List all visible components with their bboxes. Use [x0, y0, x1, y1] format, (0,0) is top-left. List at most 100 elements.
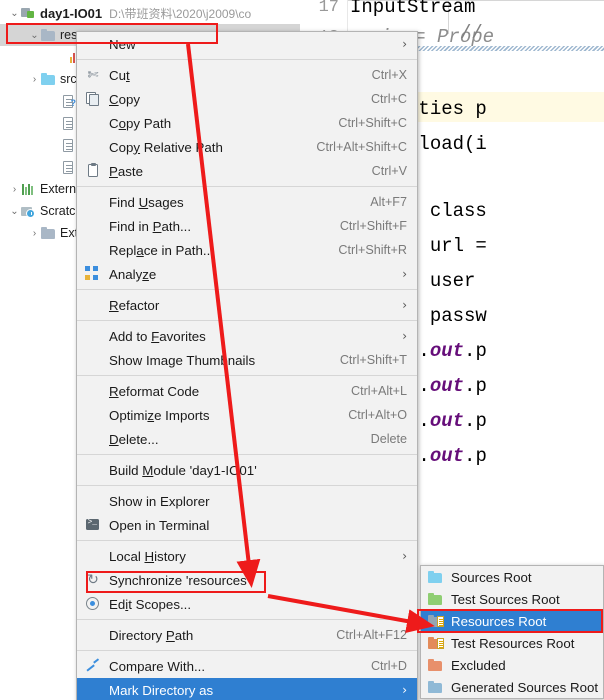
menu-item-label: Synchronize 'resources': [109, 572, 250, 588]
submenu-item-label: Resources Root: [451, 613, 547, 629]
menu-item[interactable]: Replace in Path... Ctrl+Shift+R: [77, 238, 417, 262]
scratches-icon: [21, 204, 36, 218]
menu-item-label: Analyze: [109, 266, 157, 282]
menu-item[interactable]: Directory Path Ctrl+Alt+F12: [77, 623, 417, 647]
tree-row-label: src: [60, 72, 77, 86]
menu-item-shortcut: Ctrl+Shift+C: [338, 116, 407, 130]
menu-item-label: Paste: [109, 163, 144, 179]
menu-item[interactable]: Edit Scopes...: [77, 592, 417, 616]
menu-item[interactable]: Optimize Imports Ctrl+Alt+O: [77, 403, 417, 427]
menu-item-label: Optimize Imports: [109, 407, 210, 423]
paste-icon: [85, 162, 101, 179]
chevron-down-icon[interactable]: ⌄: [8, 8, 21, 19]
chevron-right-icon: ›: [402, 298, 407, 312]
menu-item-label: Cut: [109, 67, 130, 83]
menu-item[interactable]: Build Module 'day1-IO01': [77, 458, 417, 482]
menu-item-shortcut: Ctrl+D: [370, 659, 407, 673]
folder-excluded-icon: [428, 658, 444, 672]
submenu-item[interactable]: Excluded: [421, 654, 603, 676]
menu-separator: [77, 59, 417, 60]
submenu-item[interactable]: Generated Sources Root: [421, 676, 603, 698]
menu-item-label: Delete...: [109, 431, 159, 447]
menu-item[interactable]: Paste Ctrl+V: [77, 159, 417, 183]
menu-item[interactable]: ✄ Cut Ctrl+X: [77, 63, 417, 87]
terminal-icon: [85, 517, 101, 533]
menu-separator: [77, 289, 417, 290]
text-file-icon: [61, 138, 76, 152]
menu-separator: [77, 485, 417, 486]
editor-tab-comment: //: [460, 22, 483, 44]
chevron-right-icon[interactable]: ›: [28, 74, 41, 85]
menu-item[interactable]: ↻ Synchronize 'resources': [77, 568, 417, 592]
menu-item-label: Open in Terminal: [109, 517, 210, 533]
menu-item[interactable]: Copy Relative Path Ctrl+Alt+Shift+C: [77, 135, 417, 159]
menu-separator: [77, 375, 417, 376]
code-line: InputStream: [350, 0, 476, 18]
folder-icon: [41, 28, 56, 42]
submenu-item-label: Sources Root: [451, 569, 532, 585]
menu-item-shortcut: Ctrl+Shift+T: [339, 353, 407, 367]
menu-item-shortcut: Ctrl+V: [371, 164, 407, 178]
menu-separator: [77, 320, 417, 321]
compare-icon: [85, 658, 101, 674]
folder-icon: [41, 72, 56, 86]
chevron-right-icon: ›: [402, 37, 407, 51]
menu-item[interactable]: Show in Explorer: [77, 489, 417, 513]
submenu-item-label: Excluded: [451, 657, 506, 673]
submenu-item[interactable]: Resources Root: [421, 610, 603, 632]
copy-icon: [85, 91, 101, 107]
chevron-right-icon[interactable]: ›: [8, 184, 21, 195]
tree-row-label: day1-IO01: [40, 5, 103, 21]
submenu-item[interactable]: Test Resources Root: [421, 632, 603, 654]
menu-item[interactable]: Find in Path... Ctrl+Shift+F: [77, 214, 417, 238]
menu-item[interactable]: Open in Terminal: [77, 513, 417, 537]
menu-item-shortcut: Ctrl+X: [371, 68, 407, 82]
menu-item[interactable]: New ›: [77, 32, 417, 56]
mark-directory-as-submenu[interactable]: Sources Root Test Sources Root Resources R…: [420, 565, 604, 699]
menu-item[interactable]: Mark Directory as ›: [77, 678, 417, 700]
menu-item-label: Directory Path: [109, 627, 194, 643]
menu-item[interactable]: Analyze ›: [77, 262, 417, 286]
menu-item[interactable]: Refactor ›: [77, 293, 417, 317]
menu-item-label: Copy Path: [109, 115, 172, 131]
menu-separator: [77, 540, 417, 541]
menu-item-label: Build Module 'day1-IO01': [109, 462, 257, 478]
chevron-down-icon[interactable]: ⌄: [8, 206, 21, 217]
scissors-icon: ✄: [87, 67, 99, 83]
menu-separator: [77, 186, 417, 187]
chevron-right-icon: ›: [402, 329, 407, 343]
menu-item-shortcut: Ctrl+C: [370, 92, 407, 106]
context-menu[interactable]: New › ✄ Cut Ctrl+X Copy Ctrl+C Copy Path Ctrl+Sh…: [76, 31, 418, 700]
menu-separator: [77, 650, 417, 651]
submenu-item[interactable]: Sources Root: [421, 566, 603, 588]
chevron-right-icon: ›: [402, 683, 407, 697]
menu-item-shortcut: Ctrl+Alt+L: [351, 384, 407, 398]
chevron-right-icon[interactable]: ›: [28, 228, 41, 239]
ide-screenshot: ⌄day1-IO01D:\带班资料\2020\j2009\co⌄resource…: [0, 0, 604, 700]
tree-row[interactable]: ⌄ day1-IO01 D:\带班资料\2020\j2009\co: [0, 2, 300, 24]
folder-sources-icon: [428, 570, 444, 584]
chevron-down-icon[interactable]: ⌄: [28, 30, 41, 41]
menu-item[interactable]: Find Usages Alt+F7: [77, 190, 417, 214]
folder-test-res-icon: [428, 636, 444, 650]
menu-item-label: Find in Path...: [109, 218, 192, 234]
menu-item[interactable]: Compare With... Ctrl+D: [77, 654, 417, 678]
menu-item-label: Compare With...: [109, 658, 206, 674]
menu-item-label: Copy Relative Path: [109, 139, 223, 155]
submenu-item[interactable]: Test Sources Root: [421, 588, 603, 610]
menu-item-label: Refactor: [109, 297, 160, 313]
menu-item[interactable]: Local History ›: [77, 544, 417, 568]
chevron-right-icon: ›: [402, 267, 407, 281]
chevron-right-icon: ›: [402, 549, 407, 563]
module-icon: [21, 6, 36, 20]
menu-item-shortcut: Ctrl+Alt+Shift+C: [316, 140, 407, 154]
scopes-icon: [85, 596, 101, 612]
menu-item[interactable]: Show Image Thumbnails Ctrl+Shift+T: [77, 348, 417, 372]
menu-item[interactable]: Reformat Code Ctrl+Alt+L: [77, 379, 417, 403]
menu-item[interactable]: Delete... Delete: [77, 427, 417, 451]
submenu-item-label: Test Resources Root: [451, 635, 575, 651]
menu-item[interactable]: Copy Ctrl+C: [77, 87, 417, 111]
menu-item-shortcut: Alt+F7: [370, 195, 407, 209]
menu-item[interactable]: Copy Path Ctrl+Shift+C: [77, 111, 417, 135]
menu-item[interactable]: Add to Favorites ›: [77, 324, 417, 348]
